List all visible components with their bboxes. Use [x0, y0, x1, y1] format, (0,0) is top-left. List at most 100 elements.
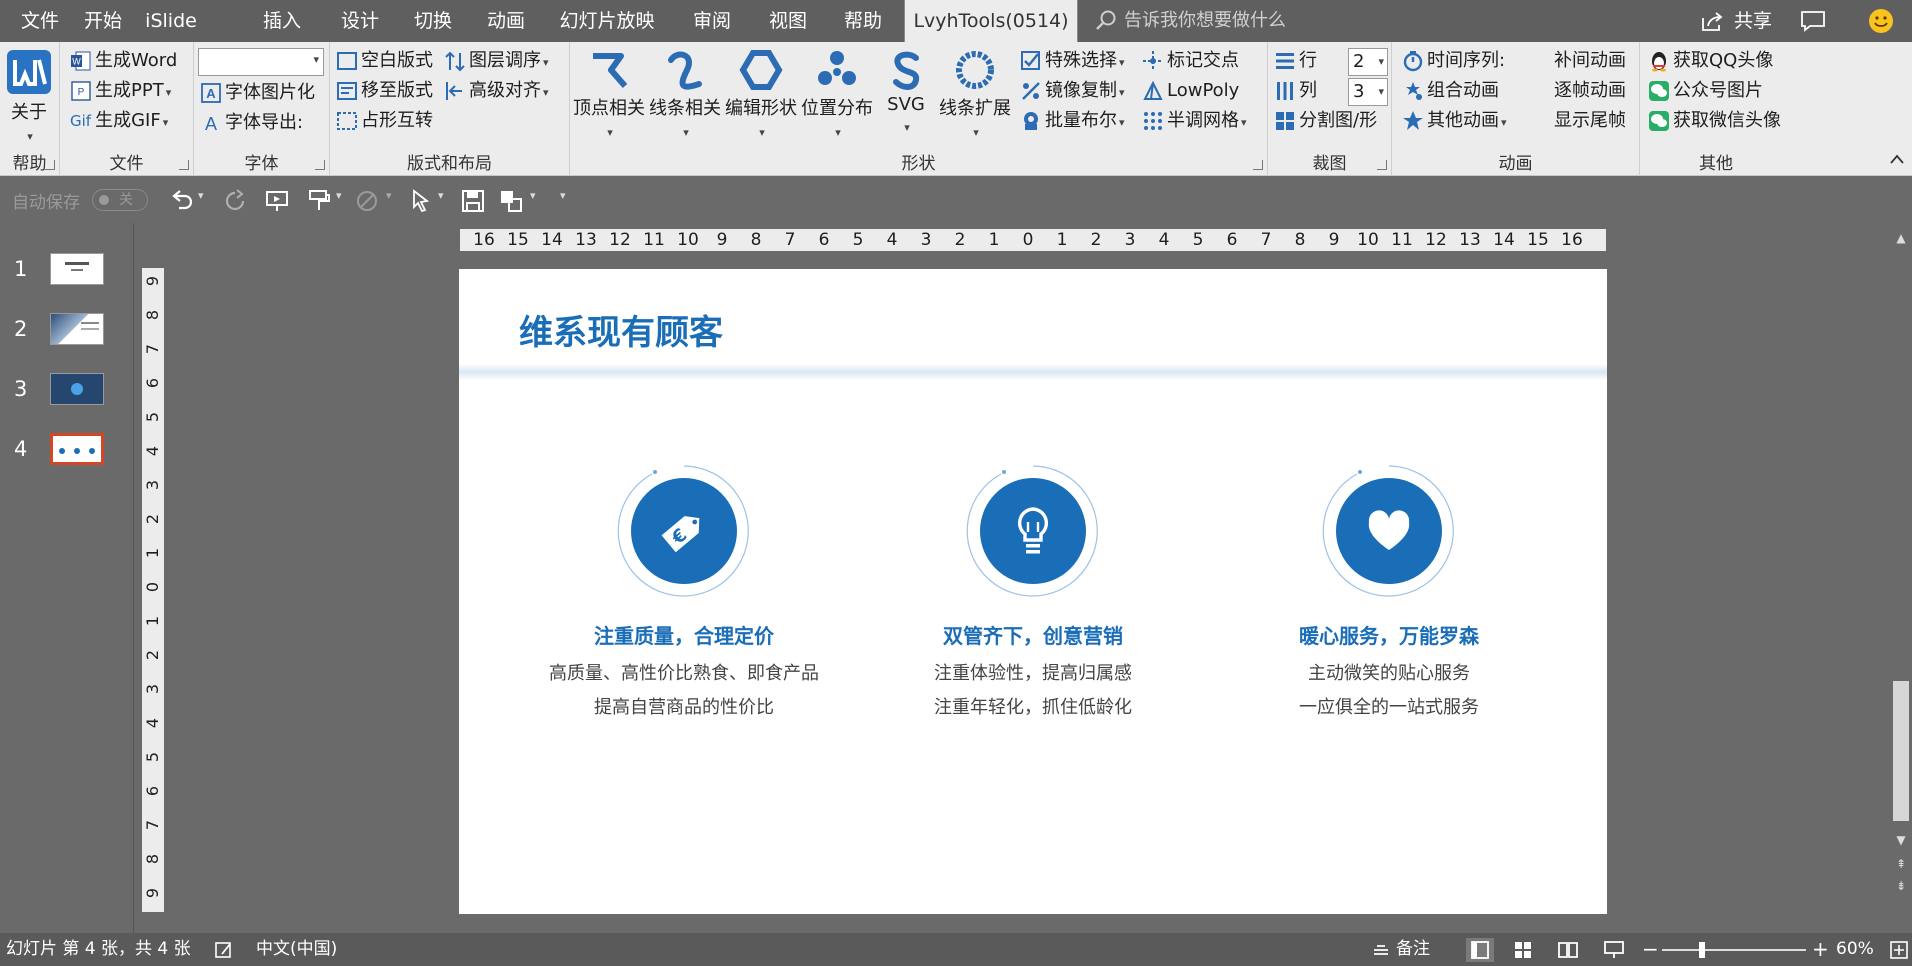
scroll-up-icon[interactable]: ▲ — [1894, 231, 1908, 245]
tab-insert[interactable]: 插入 — [254, 0, 310, 42]
shape-fill-icon[interactable] — [354, 188, 380, 214]
placeholder-swap-button[interactable]: 占形互转 — [336, 106, 433, 136]
slideshow-icon[interactable] — [1604, 941, 1624, 959]
generate-gif-button[interactable]: Gif 生成GIF ▾ — [70, 106, 168, 136]
format-painter-icon[interactable] — [306, 188, 332, 214]
tab-view[interactable]: 视图 — [760, 0, 816, 42]
line-button[interactable]: 线条相关 ▾ — [648, 46, 722, 156]
font-to-image-button[interactable]: A 字体图片化 — [200, 78, 315, 108]
tab-design[interactable]: 设计 — [332, 0, 388, 42]
feature-column[interactable]: 双管齐下，创意营销 注重体验性，提高归属感 注重年轻化，抓住低龄化 — [863, 464, 1203, 725]
dialog-launcher-icon[interactable] — [315, 160, 325, 170]
special-select-button[interactable]: 特殊选择 ▾ — [1020, 46, 1125, 76]
tab-lvyhtools[interactable]: LvyhTools(0514) — [904, 0, 1078, 42]
zoom-out-button[interactable]: − — [1642, 933, 1659, 966]
edit-shape-button[interactable]: 编辑形状 ▾ — [724, 46, 798, 156]
show-tail-frame-button[interactable]: 显示尾帧 — [1554, 106, 1626, 136]
slide-thumbnail[interactable]: 1 — [0, 253, 134, 303]
feature-column[interactable]: € 注重质量，合理定价 高质量、高性价比熟食、即食产品 提高自营商品的性价比 — [514, 464, 854, 725]
tab-file[interactable]: 文件 — [10, 0, 70, 42]
chevron-down-icon[interactable]: ▾ — [438, 189, 444, 202]
tab-animations[interactable]: 动画 — [478, 0, 534, 42]
layer-order-button[interactable]: 图层调序 ▾ — [444, 46, 549, 76]
slide-thumbnail-selected[interactable]: 4 — [0, 433, 134, 483]
dialog-launcher-icon[interactable] — [1253, 160, 1263, 170]
split-shape-button[interactable]: 分割图/形 — [1274, 106, 1377, 136]
distribute-button[interactable]: 位置分布 ▾ — [800, 46, 874, 156]
next-slide-icon[interactable]: ⇟ — [1894, 879, 1908, 893]
col-count-input[interactable]: 3 ▾ — [1348, 78, 1388, 106]
batch-boolean-button[interactable]: 批量布尔 ▾ — [1020, 106, 1125, 136]
blank-layout-button[interactable]: 空白版式 — [336, 46, 433, 76]
reading-view-icon[interactable] — [1558, 941, 1578, 959]
normal-view-button[interactable] — [1466, 938, 1494, 962]
chevron-down-icon[interactable]: ▾ — [336, 189, 342, 202]
horizontal-ruler[interactable]: 16 15 14 13 12 11 10 9 8 7 6 5 4 3 2 1 0 1 2 3 4 5 6 7 8 9 10 11 12 1… — [460, 229, 1606, 251]
row-count-input[interactable]: 2 ▾ — [1348, 48, 1388, 76]
slide-sorter-icon[interactable] — [1514, 941, 1532, 959]
fit-to-window-icon[interactable] — [1890, 941, 1908, 959]
customize-toolbar-icon[interactable]: ▾ — [560, 189, 566, 202]
generate-word-button[interactable]: W 生成Word — [70, 46, 177, 76]
mark-intersect-button[interactable]: 标记交点 — [1142, 46, 1239, 76]
font-export-button[interactable]: A 字体导出: — [200, 108, 303, 138]
save-icon[interactable] — [460, 188, 486, 214]
line-extend-button[interactable]: 线条扩展 ▾ — [938, 46, 1012, 156]
scroll-thumb[interactable] — [1893, 681, 1909, 821]
zoom-slider[interactable] — [1662, 942, 1806, 958]
dialog-launcher-icon[interactable] — [1377, 160, 1387, 170]
comment-icon[interactable] — [1800, 10, 1826, 32]
halftone-button[interactable]: 半调网格 ▾ — [1142, 106, 1247, 136]
font-combo[interactable]: ▾ — [198, 48, 324, 76]
generate-ppt-button[interactable]: P 生成PPT ▾ — [70, 76, 171, 106]
undo-icon[interactable] — [168, 188, 194, 214]
present-from-start-icon[interactable] — [264, 188, 290, 214]
dialog-launcher-icon[interactable] — [179, 160, 189, 170]
previous-slide-icon[interactable]: ⇞ — [1894, 857, 1908, 871]
dialog-launcher-icon[interactable] — [45, 160, 55, 170]
tween-animation-button[interactable]: 补间动画 — [1554, 46, 1626, 76]
tab-islide[interactable]: iSlide — [137, 0, 205, 42]
zoom-level[interactable]: 60% — [1836, 933, 1874, 966]
vertical-ruler[interactable]: 9 8 7 6 5 4 3 2 1 0 1 2 3 4 5 6 7 8 9 — [142, 268, 164, 912]
language-status[interactable]: 中文(中国) — [256, 933, 337, 966]
get-qq-avatar-button[interactable]: 获取QQ头像 — [1648, 46, 1773, 76]
collapse-ribbon-icon[interactable] — [1890, 154, 1904, 164]
about-button[interactable]: 关于 ▾ — [0, 46, 58, 156]
svg-button[interactable]: SVG ▾ — [876, 46, 936, 156]
feature-column[interactable]: 暖心服务，万能罗森 主动微笑的贴心服务 一应俱全的一站式服务 — [1219, 464, 1559, 725]
notes-button[interactable]: 备注 — [1396, 933, 1430, 966]
slide-thumbnail[interactable]: 2 — [0, 313, 134, 363]
frame-animation-button[interactable]: 逐帧动画 — [1554, 76, 1626, 106]
chevron-down-icon[interactable]: ▾ — [530, 189, 536, 202]
tab-review[interactable]: 审阅 — [684, 0, 740, 42]
get-wechat-avatar-button[interactable]: 获取微信头像 — [1648, 106, 1781, 136]
vertex-button[interactable]: 顶点相关 ▾ — [572, 46, 646, 156]
chevron-down-icon[interactable]: ▾ — [198, 189, 204, 202]
move-to-layout-button[interactable]: 移至版式 — [336, 76, 433, 106]
tab-transitions[interactable]: 切换 — [405, 0, 461, 42]
arrange-icon[interactable] — [498, 188, 524, 214]
smiley-icon[interactable] — [1868, 8, 1894, 34]
advanced-align-button[interactable]: 高级对齐 ▾ — [444, 76, 549, 106]
select-cursor-icon[interactable] — [408, 188, 434, 214]
notes-icon[interactable] — [1372, 942, 1390, 958]
combo-animation-button[interactable]: 组合动画 — [1402, 76, 1499, 106]
lowpoly-button[interactable]: LowPoly — [1142, 76, 1239, 106]
spell-check-icon[interactable] — [214, 940, 234, 960]
vertical-scrollbar[interactable]: ▲ ▼ ⇞ ⇟ — [1890, 223, 1912, 933]
slide-thumbnail[interactable]: 3 — [0, 373, 134, 423]
other-animation-button[interactable]: 其他动画 ▾ — [1402, 106, 1507, 136]
mirror-copy-button[interactable]: 镜像复制 ▾ — [1020, 76, 1125, 106]
redo-icon[interactable] — [222, 188, 248, 214]
zoom-in-button[interactable]: + — [1812, 933, 1829, 966]
slide-canvas[interactable]: 维系现有顾客 € 注重质量，合理定价 高质量、高性价比熟食、即食产品 提高自营商… — [459, 269, 1607, 914]
autosave-toggle[interactable]: 关 — [92, 189, 148, 211]
chevron-down-icon[interactable]: ▾ — [386, 189, 392, 202]
slide-title[interactable]: 维系现有顾客 — [519, 305, 723, 354]
tab-slideshow[interactable]: 幻灯片放映 — [552, 0, 662, 42]
timeline-button[interactable]: 时间序列: — [1402, 46, 1505, 76]
wechat-image-button[interactable]: 公众号图片 — [1648, 76, 1763, 106]
zoom-slider-thumb[interactable] — [1699, 942, 1705, 958]
scroll-down-icon[interactable]: ▼ — [1894, 833, 1908, 847]
